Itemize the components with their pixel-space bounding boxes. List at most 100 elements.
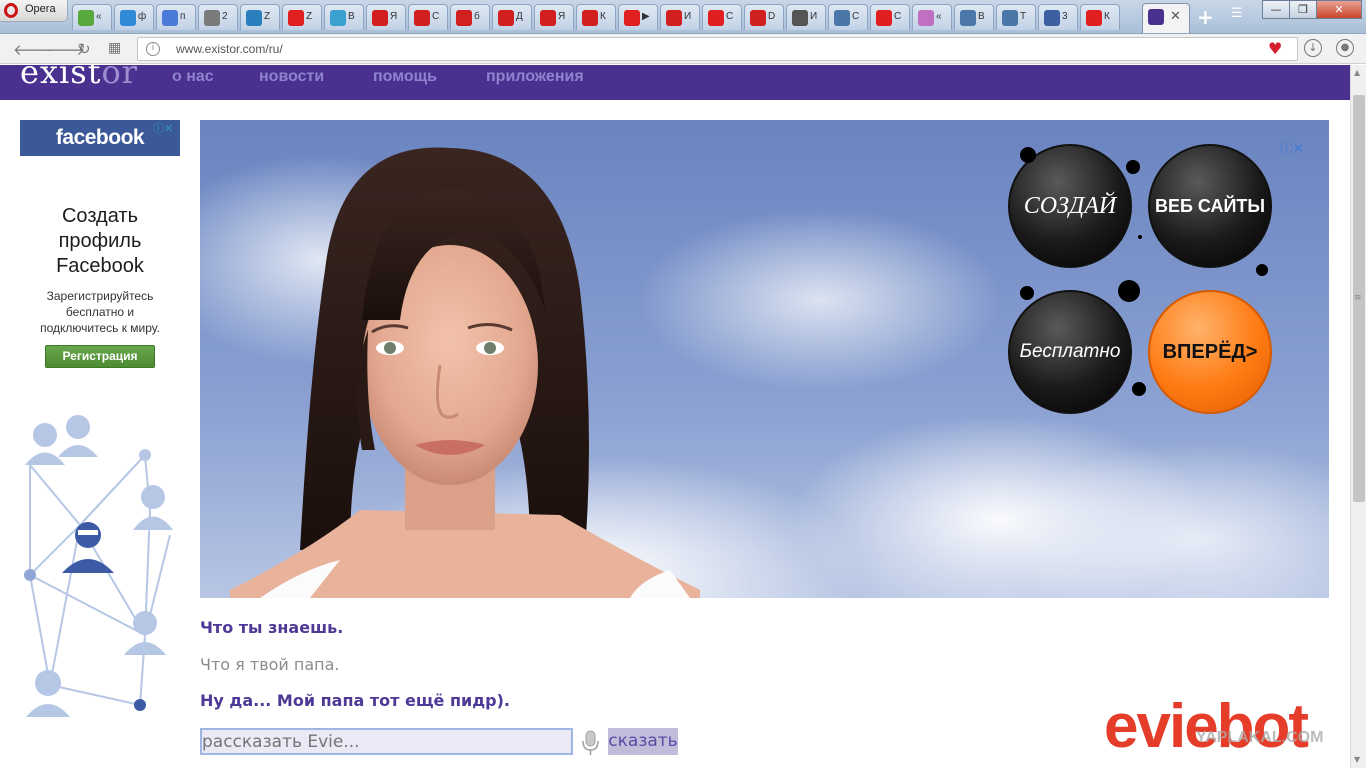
ad-dot: [1126, 160, 1140, 174]
browser-tab[interactable]: С: [828, 4, 868, 30]
wrench-icon: [78, 10, 94, 26]
ad-circle-websites[interactable]: ВЕБ САЙТЫ: [1148, 144, 1272, 268]
opera-label: Opera: [25, 3, 56, 15]
youtube-icon: [876, 10, 892, 26]
browser-tab[interactable]: В: [954, 4, 994, 30]
fb-ad-heading: Создать профиль Facebook: [20, 204, 180, 279]
ad-dot: [1020, 286, 1034, 300]
browser-tab[interactable]: «: [912, 4, 952, 30]
browser-tab[interactable]: 3: [1038, 4, 1078, 30]
browser-tab[interactable]: Т: [996, 4, 1036, 30]
ad-circle-free[interactable]: Бесплатно: [1008, 290, 1132, 414]
fb-heading-line: профиль: [58, 230, 142, 252]
say-button[interactable]: сказать: [608, 728, 678, 755]
ad-circle-text: СОЗДАЙ: [1023, 192, 1117, 219]
tab-strip: Opera «ф п 2 Z Z В Я Сб Д Я К ▶ И С D И С С «В Т 3 К ✕ + ☰ — …: [0, 0, 1366, 34]
maximize-button[interactable]: ❐: [1289, 0, 1317, 19]
site-info-icon[interactable]: i: [146, 42, 160, 56]
minimize-button[interactable]: —: [1262, 0, 1290, 19]
browser-tab[interactable]: С: [408, 4, 448, 30]
browser-tab[interactable]: Z: [282, 4, 322, 30]
tab-title: Я: [390, 11, 398, 22]
browser-tab[interactable]: Я: [366, 4, 406, 30]
speed-dial-icon[interactable]: ▦: [108, 40, 121, 56]
ad-dot: [1020, 147, 1036, 163]
logo-accent: or: [101, 65, 139, 91]
fb-heading-line: Facebook: [56, 255, 144, 277]
mail-icon: [120, 10, 136, 26]
tab-title: 3: [1062, 11, 1068, 22]
tab-title: Т: [1020, 11, 1027, 22]
close-window-button[interactable]: ✕: [1316, 0, 1362, 19]
address-field[interactable]: i www.existor.com/ru/ ♥: [137, 37, 1298, 61]
browser-tab[interactable]: ▶: [618, 4, 658, 30]
ad-info-icon[interactable]: ⓘ✕: [153, 120, 173, 136]
download-icon[interactable]: ↓: [1304, 39, 1322, 57]
tab-title: «: [96, 11, 102, 22]
menu-icon[interactable]: ●: [1336, 39, 1354, 57]
scroll-down-icon[interactable]: ▼: [1354, 755, 1360, 764]
fb-subtext-line: Зарегистрируйтесь: [46, 289, 154, 303]
address-toolbar: 🡐 🡒 ↻ ▦ i www.existor.com/ru/ ♥ ↓ ●: [0, 34, 1366, 64]
new-tab-button[interactable]: +: [1197, 5, 1214, 29]
watermark: YAPLAKAL.COM: [1196, 729, 1324, 746]
nav-help[interactable]: помощь: [373, 68, 437, 86]
browser-tab[interactable]: D: [744, 4, 784, 30]
tab-title: Z: [306, 11, 313, 22]
fb-heading-line: Создать: [61, 205, 138, 227]
browser-tab[interactable]: С: [870, 4, 910, 30]
heart-bookmark-icon[interactable]: ♥: [1268, 39, 1282, 58]
nav-apps[interactable]: приложения: [486, 68, 584, 86]
people-icon: [330, 10, 346, 26]
browser-tab[interactable]: 2: [198, 4, 238, 30]
evie-avatar-image: [230, 147, 700, 598]
facebook-ad[interactable]: facebook ⓘ✕ Создать профиль Facebook Зар…: [20, 120, 180, 720]
scroll-up-icon[interactable]: ▲: [1354, 68, 1360, 77]
browser-tab[interactable]: И: [786, 4, 826, 30]
browser-tab[interactable]: [1142, 3, 1190, 33]
d-icon: [750, 10, 766, 26]
ad-dot: [1132, 382, 1146, 396]
nav-about[interactable]: о нас: [172, 68, 214, 86]
url-text[interactable]: www.existor.com/ru/: [176, 42, 283, 56]
tab-title: С: [432, 11, 440, 22]
logo-main: exist: [20, 65, 102, 91]
page-viewport: existor о нас новости помощь приложения …: [0, 65, 1350, 768]
ad-circle-text: ВЕБ САЙТЫ: [1154, 195, 1266, 216]
browser-tab[interactable]: п: [156, 4, 196, 30]
browser-tab[interactable]: б: [450, 4, 490, 30]
browser-tab[interactable]: В: [324, 4, 364, 30]
microphone-icon[interactable]: [581, 730, 600, 756]
opera-menu-button[interactable]: Opera: [0, 0, 68, 22]
yap-icon: [414, 10, 430, 26]
browser-tab[interactable]: К: [576, 4, 616, 30]
ad-close-icon[interactable]: ⓘ✕: [1280, 138, 1304, 157]
ad-circle-text: Бесплатно: [1019, 341, 1121, 362]
existor-logo[interactable]: existor: [20, 65, 138, 91]
browser-tab[interactable]: И: [660, 4, 700, 30]
tab-title: И: [684, 11, 692, 22]
fb-register-button[interactable]: Регистрация: [45, 345, 155, 368]
tab-title: ▶: [642, 11, 650, 22]
browser-tab[interactable]: С: [702, 4, 742, 30]
vk-icon: [834, 10, 850, 26]
website-builder-ad[interactable]: СОЗДАЙ ВЕБ САЙТЫ Бесплатно ВПЕРЁД>: [1000, 142, 1320, 432]
fb-ad-subtext: Зарегистрируйтесь бесплатно и подключите…: [20, 288, 180, 336]
chat-input[interactable]: [200, 728, 573, 755]
vertical-scrollbar[interactable]: ▲ ≡ ▼: [1350, 65, 1366, 768]
browser-tab[interactable]: Z: [240, 4, 280, 30]
ad-circle-go[interactable]: ВПЕРЁД>: [1148, 290, 1272, 414]
tab-menu-button[interactable]: ☰: [1231, 6, 1243, 21]
browser-tab[interactable]: ф: [114, 4, 154, 30]
nav-news[interactable]: новости: [259, 68, 324, 86]
browser-tab[interactable]: Д: [492, 4, 532, 30]
close-tab-icon[interactable]: ✕: [1170, 9, 1181, 24]
yap-icon: [582, 10, 598, 26]
reload-icon[interactable]: ↻: [78, 40, 91, 58]
browser-tab[interactable]: К: [1080, 4, 1120, 30]
e-icon: [1148, 9, 1164, 25]
site-header: existor о нас новости помощь приложения: [0, 65, 1350, 100]
evie-message: Ну да... Мой папа тот ещё пидр).: [200, 691, 510, 710]
browser-tab[interactable]: «: [72, 4, 112, 30]
browser-tab[interactable]: Я: [534, 4, 574, 30]
